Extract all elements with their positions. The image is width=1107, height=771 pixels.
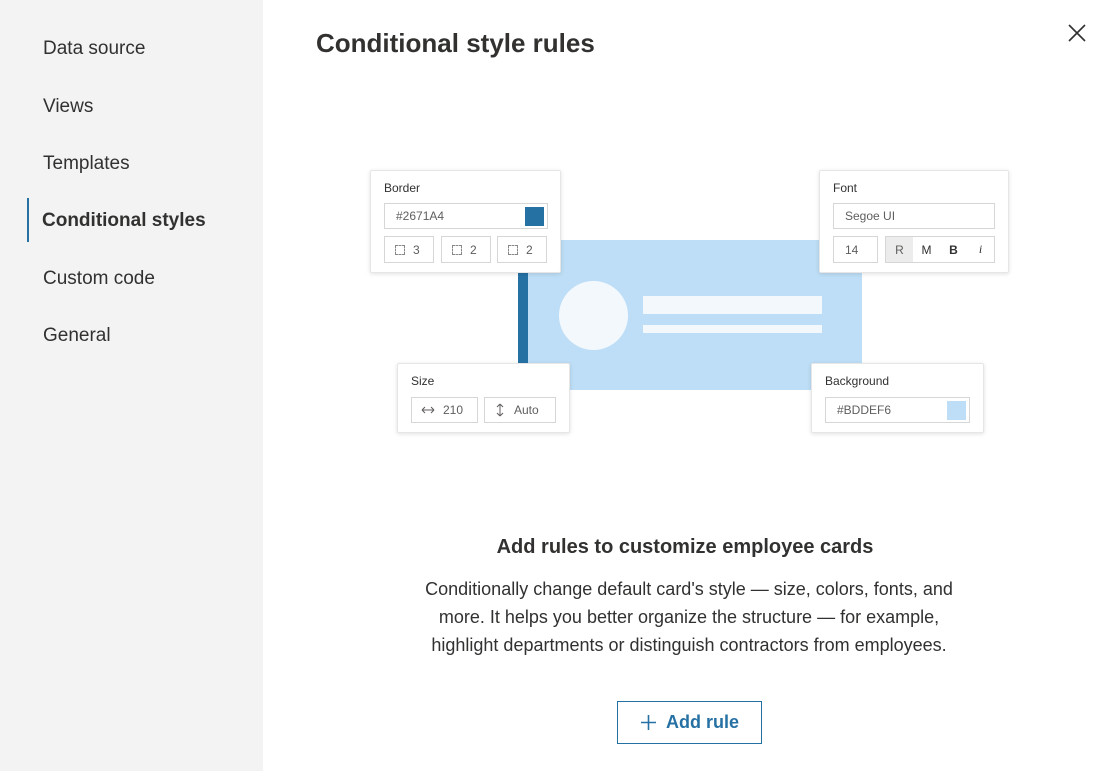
border-panel-label: Border [384, 181, 421, 195]
sidebar-item-templates[interactable]: Templates [43, 153, 130, 175]
size-height-field: Auto [484, 397, 556, 423]
height-arrow-icon [496, 403, 504, 417]
border-style-icon [508, 244, 518, 255]
settings-sidebar: Data source Views Templates Conditional … [0, 0, 263, 771]
font-family-field: Segoe UI [833, 203, 995, 229]
main-panel: Conditional style rules Border #2671A4 3 [263, 0, 1107, 771]
sidebar-item-views[interactable]: Views [43, 96, 93, 118]
empty-state-description: Conditionally change default card's styl… [425, 579, 953, 655]
font-panel: Font Segoe UI 14 R M B i [819, 170, 1009, 273]
font-family-value: Segoe UI [845, 209, 896, 223]
sample-card-avatar [559, 281, 628, 350]
sidebar-item-data-source[interactable]: Data source [43, 38, 145, 60]
border-style-value: 2 [526, 242, 533, 257]
font-weight-selector: R M B i [885, 236, 995, 263]
font-size-value: 14 [845, 242, 859, 257]
font-size-field: 14 [833, 236, 878, 263]
empty-state-heading: Add rules to customize employee cards [496, 536, 874, 558]
background-panel-label: Background [825, 374, 890, 388]
border-style-field: 2 [497, 236, 547, 263]
font-weight-regular: R [886, 237, 913, 262]
sidebar-item-conditional-styles[interactable]: Conditional styles [42, 210, 206, 232]
background-color-swatch [947, 401, 966, 420]
font-panel-label: Font [833, 181, 858, 195]
sidebar-item-general[interactable]: General [43, 325, 111, 347]
border-all-icon [395, 244, 405, 255]
border-radius-value: 2 [470, 242, 477, 257]
sample-card-title-line [643, 325, 822, 333]
border-radius-field: 2 [441, 236, 491, 263]
size-panel: Size 210 Auto [397, 363, 570, 433]
border-width-field: 3 [384, 236, 434, 263]
size-width-field: 210 [411, 397, 478, 423]
size-panel-label: Size [411, 374, 435, 388]
active-item-indicator [27, 198, 29, 242]
border-color-swatch [525, 207, 544, 226]
border-color-value: #2671A4 [396, 209, 445, 223]
size-width-value: 210 [443, 403, 464, 417]
background-panel: Background #BDDEF6 [811, 363, 984, 433]
sample-card-name-line [643, 296, 822, 314]
width-arrow-icon [421, 406, 435, 414]
border-panel: Border #2671A4 3 2 2 [370, 170, 561, 273]
border-color-field: #2671A4 [384, 203, 548, 229]
border-width-value: 3 [413, 242, 420, 257]
font-style-italic: i [978, 242, 983, 256]
add-rule-label: Add rule [665, 712, 739, 732]
background-color-value: #BDDEF6 [837, 403, 892, 417]
add-rule-button[interactable]: Add rule [617, 701, 762, 744]
plus-icon [640, 715, 656, 730]
sidebar-item-custom-code[interactable]: Custom code [43, 268, 155, 290]
background-color-field: #BDDEF6 [825, 397, 970, 423]
border-radius-icon [452, 244, 462, 255]
size-height-value: Auto [514, 403, 539, 417]
font-weight-bold: B [949, 242, 958, 257]
font-weight-medium: M [921, 242, 932, 257]
